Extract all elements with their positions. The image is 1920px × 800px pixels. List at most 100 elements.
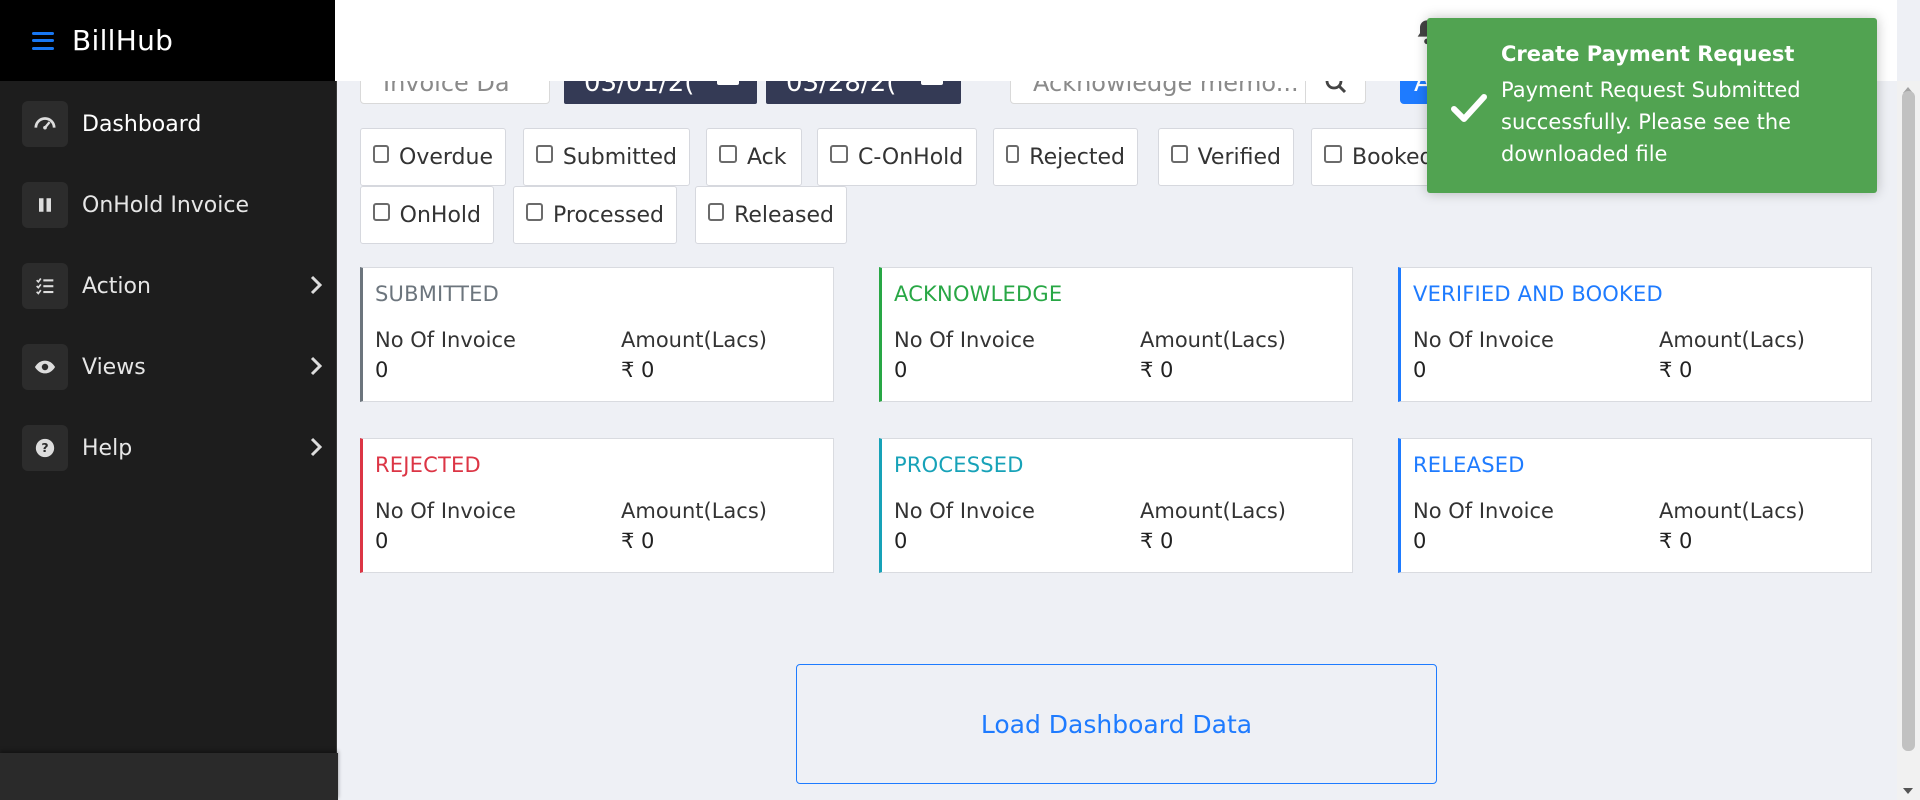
card-amount: ₹ 0 — [621, 529, 655, 553]
scrollbar-thumb[interactable] — [1902, 91, 1915, 751]
checkbox-box[interactable] — [373, 145, 390, 163]
sidebar: Dashboard OnHold Invoice Action Views ? — [0, 81, 338, 800]
gauge-icon — [22, 101, 68, 147]
checkbox-box[interactable] — [373, 203, 390, 221]
checkbox-onhold[interactable]: OnHold — [360, 186, 494, 244]
checkbox-label: Processed — [553, 202, 664, 228]
search-button[interactable] — [1306, 81, 1366, 104]
card-amount-label: Amount(Lacs) — [1140, 328, 1286, 352]
checkbox-processed[interactable]: Processed — [513, 186, 677, 244]
checkbox-released[interactable]: Released — [695, 186, 847, 244]
card-count: 0 — [1413, 358, 1427, 382]
sidebar-item-views[interactable]: Views — [22, 342, 322, 392]
checkbox-box[interactable] — [536, 145, 553, 163]
card-amount-label: Amount(Lacs) — [1659, 499, 1805, 523]
sidebar-item-action[interactable]: Action — [22, 261, 322, 311]
card-count: 0 — [1413, 529, 1427, 553]
date-to-input[interactable]: 03/28/2( — [766, 81, 961, 104]
vertical-scrollbar[interactable] — [1897, 81, 1920, 800]
checkbox-box[interactable] — [1171, 145, 1188, 163]
card-processed: PROCESSED No Of Invoice 0 Amount(Lacs) ₹ 0 — [879, 438, 1353, 573]
checkbox-label: OnHold — [399, 202, 481, 228]
calendar-icon[interactable] — [921, 81, 943, 85]
chevron-right-icon — [310, 356, 322, 376]
question-icon: ? — [22, 425, 68, 471]
chevron-right-icon — [310, 275, 322, 295]
checkbox-c-onhold[interactable]: C-OnHold — [817, 128, 977, 186]
checkbox-rejected[interactable]: Rejected — [993, 128, 1138, 186]
date-from-value: 03/01/2( — [584, 81, 695, 98]
checkbox-box[interactable] — [526, 203, 544, 221]
sidebar-footer — [0, 753, 338, 800]
toast-message: Payment Request Submitted successfully. … — [1501, 78, 1801, 166]
card-title: VERIFIED AND BOOKED — [1413, 282, 1663, 306]
load-dashboard-data-button[interactable]: Load Dashboard Data — [796, 664, 1437, 784]
scroll-down-arrow-icon[interactable] — [1903, 788, 1913, 794]
sidebar-item-help[interactable]: ? Help — [22, 423, 322, 473]
card-submitted: SUBMITTED No Of Invoice 0 Amount(Lacs) ₹ 0 — [360, 267, 834, 402]
toast-title: Create Payment Request — [1501, 42, 1795, 66]
card-count-label: No Of Invoice — [375, 499, 516, 523]
app-root: BillHub Dashboard OnHold Invoice Action — [0, 0, 1920, 800]
card-title: SUBMITTED — [375, 282, 499, 306]
sidebar-item-label: OnHold Invoice — [82, 192, 249, 218]
card-count: 0 — [375, 529, 389, 553]
card-verified-and-booked: VERIFIED AND BOOKED No Of Invoice 0 Amoun… — [1398, 267, 1872, 402]
card-count-label: No Of Invoice — [894, 499, 1035, 523]
card-count-label: No Of Invoice — [1413, 499, 1554, 523]
card-rejected: REJECTED No Of Invoice 0 Amount(Lacs) ₹ 0 — [360, 438, 834, 573]
hamburger-menu-icon[interactable] — [32, 31, 54, 50]
card-released: RELEASED No Of Invoice 0 Amount(Lacs) ₹ 0 — [1398, 438, 1872, 573]
checkbox-box[interactable] — [719, 145, 737, 163]
card-count-label: No Of Invoice — [375, 328, 516, 352]
success-toast[interactable]: Create Payment Request Payment Request S… — [1427, 18, 1877, 193]
checkbox-verified[interactable]: Verified — [1158, 128, 1294, 186]
checkbox-label: Verified — [1197, 144, 1281, 170]
checklist-icon — [22, 263, 68, 309]
sidebar-item-dashboard[interactable]: Dashboard — [22, 99, 322, 149]
card-amount: ₹ 0 — [1659, 529, 1693, 553]
eye-icon — [22, 344, 68, 390]
card-amount: ₹ 0 — [1659, 358, 1693, 382]
checkbox-box[interactable] — [708, 203, 725, 221]
date-to-value: 03/28/2( — [786, 81, 897, 98]
brand-bar: BillHub — [0, 0, 335, 81]
card-amount-label: Amount(Lacs) — [621, 328, 767, 352]
checkbox-box[interactable] — [1006, 145, 1020, 163]
checkbox-submitted[interactable]: Submitted — [523, 128, 690, 186]
search-input[interactable]: Acknowledge memo... — [1010, 81, 1306, 104]
sidebar-item-onhold-invoice[interactable]: OnHold Invoice — [22, 180, 322, 230]
chevron-right-icon — [310, 437, 322, 457]
card-count-label: No Of Invoice — [1413, 328, 1554, 352]
card-amount: ₹ 0 — [1140, 529, 1174, 553]
checkbox-label: Released — [734, 202, 834, 228]
checkbox-ack[interactable]: Ack — [706, 128, 802, 186]
checkbox-box[interactable] — [1324, 145, 1342, 163]
card-acknowledge: ACKNOWLEDGE No Of Invoice 0 Amount(Lacs) ₹… — [879, 267, 1353, 402]
card-amount-label: Amount(Lacs) — [621, 499, 767, 523]
calendar-icon[interactable] — [717, 81, 739, 85]
sidebar-item-label: Dashboard — [82, 111, 202, 137]
sidebar-item-label: Help — [82, 435, 133, 461]
sidebar-item-label: Action — [82, 273, 151, 299]
sidebar-item-label: Views — [82, 354, 146, 380]
checkbox-label: Rejected — [1029, 144, 1125, 170]
checkbox-box[interactable] — [830, 145, 848, 163]
date-type-select[interactable]: Invoice Da — [360, 81, 550, 104]
checkbox-label: C-OnHold — [858, 144, 964, 170]
card-count: 0 — [894, 358, 908, 382]
card-amount: ₹ 0 — [621, 358, 655, 382]
card-amount: ₹ 0 — [1140, 358, 1174, 382]
card-count: 0 — [894, 529, 908, 553]
date-from-input[interactable]: 03/01/2( — [564, 81, 757, 104]
checkbox-overdue[interactable]: Overdue — [360, 128, 506, 186]
card-title: RELEASED — [1413, 453, 1525, 477]
card-title: ACKNOWLEDGE — [894, 282, 1063, 306]
card-amount-label: Amount(Lacs) — [1140, 499, 1286, 523]
checkbox-label: Overdue — [399, 144, 493, 170]
brand-name: BillHub — [72, 24, 174, 57]
checkbox-label: Ack — [747, 144, 787, 170]
card-amount-label: Amount(Lacs) — [1659, 328, 1805, 352]
checkmark-icon — [1451, 94, 1487, 122]
checkbox-label: Booked — [1352, 144, 1434, 170]
